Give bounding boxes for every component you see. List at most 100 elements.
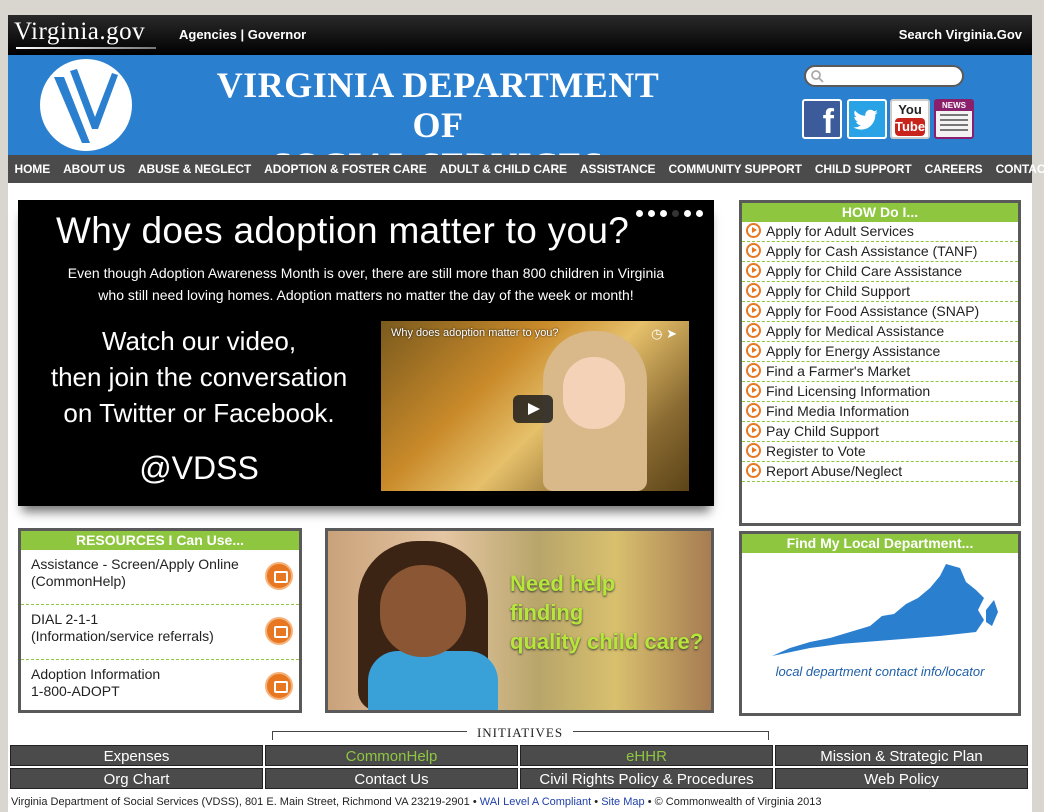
agencies-link[interactable]: Agencies — [179, 27, 237, 42]
arrow-right-icon — [746, 463, 761, 478]
virginia-map-icon[interactable] — [770, 560, 1000, 660]
footer-bullet: • — [594, 796, 599, 808]
arrow-right-icon — [746, 243, 761, 258]
nav-community-support[interactable]: COMMUNITY SUPPORT — [662, 162, 808, 176]
video-title: Why does adoption matter to you? — [391, 327, 559, 339]
list-item-label: Apply for Food Assistance (SNAP) — [766, 303, 980, 319]
list-item-label: Apply for Energy Assistance — [766, 343, 941, 359]
slide-dot-active[interactable] — [672, 210, 679, 217]
initiative-contact-us[interactable]: Contact Us — [265, 768, 518, 789]
list-item-label: Apply for Child Support — [766, 283, 910, 299]
child-photo-face — [380, 565, 466, 657]
nav-home[interactable]: HOME — [8, 162, 57, 176]
list-item[interactable]: Find a Farmer's Market — [742, 362, 1018, 382]
twitter-icon[interactable] — [847, 99, 887, 139]
arrow-right-icon — [746, 343, 761, 358]
list-item[interactable]: Apply for Food Assistance (SNAP) — [742, 302, 1018, 322]
youtube-you: You — [898, 102, 922, 117]
initiative-mission-strategic-plan[interactable]: Mission & Strategic Plan — [775, 745, 1028, 766]
vdss-v-icon — [54, 69, 118, 143]
nav-child-support[interactable]: CHILD SUPPORT — [808, 162, 918, 176]
initiative-commonhelp[interactable]: CommonHelp — [265, 745, 518, 766]
initiative-expenses[interactable]: Expenses — [10, 745, 263, 766]
initiative-civil-rights[interactable]: Civil Rights Policy & Procedures — [520, 768, 773, 789]
nav-adult-child-care[interactable]: ADULT & CHILD CARE — [433, 162, 573, 176]
child-care-promo[interactable]: Need help finding quality child care? — [325, 528, 714, 713]
laptop-icon[interactable] — [265, 562, 293, 590]
local-department-panel: Find My Local Department... local depart… — [739, 531, 1021, 716]
list-item-label: Register to Vote — [766, 443, 866, 459]
initiative-web-policy[interactable]: Web Policy — [775, 768, 1028, 789]
resource-adoption[interactable]: Adoption Information 1-800-ADOPT — [21, 660, 299, 714]
local-department-heading: Find My Local Department... — [742, 534, 1018, 553]
site-map-link[interactable]: Site Map — [601, 796, 644, 808]
resource-line-2: 1-800-ADOPT — [31, 683, 120, 699]
resource-commonhelp[interactable]: Assistance - Screen/Apply Online (Common… — [21, 550, 299, 605]
search-icon[interactable] — [810, 69, 824, 83]
resource-line-1: Assistance - Screen/Apply Online — [31, 556, 239, 572]
list-item[interactable]: Register to Vote — [742, 442, 1018, 462]
top-links: Agencies | Governor — [179, 27, 306, 42]
hero-watch-text: Watch our video, then join the conversat… — [24, 323, 374, 431]
resources-heading: RESOURCES I Can Use... — [21, 531, 299, 550]
list-item[interactable]: Report Abuse/Neglect — [742, 462, 1018, 482]
list-item[interactable]: Find Media Information — [742, 402, 1018, 422]
slide-dot[interactable] — [684, 210, 691, 217]
phone-icon[interactable] — [265, 672, 293, 700]
video-player[interactable]: Why does adoption matter to you? ◷ ➤ — [381, 321, 689, 491]
nav-assistance[interactable]: ASSISTANCE — [573, 162, 661, 176]
search-virginia-link[interactable]: Search Virginia.Gov — [899, 27, 1022, 42]
list-item[interactable]: Pay Child Support — [742, 422, 1018, 442]
hero-subtitle: Even though Adoption Awareness Month is … — [18, 262, 714, 306]
how-do-i-list: Apply for Adult Services Apply for Cash … — [742, 222, 1018, 482]
list-item-label: Pay Child Support — [766, 423, 879, 439]
initiatives-label: INITIATIVES — [8, 725, 1032, 741]
promo-line-1: Need help — [510, 571, 616, 596]
arrow-right-icon — [746, 283, 761, 298]
news-icon[interactable]: NEWS — [934, 99, 974, 139]
initiatives-label-text: INITIATIVES — [466, 725, 574, 740]
list-item[interactable]: Apply for Child Care Assistance — [742, 262, 1018, 282]
governor-link[interactable]: Governor — [248, 27, 307, 42]
promo-line-2: finding — [510, 600, 584, 625]
list-item[interactable]: Apply for Child Support — [742, 282, 1018, 302]
resources-panel: RESOURCES I Can Use... Assistance - Scre… — [18, 528, 302, 713]
list-item[interactable]: Apply for Adult Services — [742, 222, 1018, 242]
nav-abuse-neglect[interactable]: ABUSE & NEGLECT — [131, 162, 257, 176]
twitter-handle: @VDSS — [139, 450, 259, 486]
list-item-label: Find Licensing Information — [766, 383, 931, 399]
virginia-gov-logo[interactable]: Virginia.gov — [14, 18, 145, 46]
list-item[interactable]: Find Licensing Information — [742, 382, 1018, 402]
video-clock-share-icons[interactable]: ◷ ➤ — [651, 326, 677, 342]
watch-line-2: then join the conversation — [50, 362, 348, 392]
wai-compliant-link[interactable]: WAI Level A Compliant — [480, 796, 591, 808]
nav-about-us[interactable]: ABOUT US — [57, 162, 132, 176]
slide-dot[interactable] — [660, 210, 667, 217]
nav-adoption-foster-care[interactable]: ADOPTION & FOSTER CARE — [258, 162, 433, 176]
headset-icon[interactable] — [265, 617, 293, 645]
child-photo-shirt — [368, 651, 498, 710]
nav-contact-us[interactable]: CONTACT US — [989, 162, 1044, 176]
hero-slide[interactable]: Why does adoption matter to you? Even th… — [18, 200, 714, 506]
arrow-right-icon — [746, 263, 761, 278]
slide-dot[interactable] — [648, 210, 655, 217]
nav-careers[interactable]: CAREERS — [918, 162, 989, 176]
search-input[interactable] — [828, 69, 962, 85]
play-icon[interactable] — [513, 395, 553, 423]
slide-dot[interactable] — [696, 210, 703, 217]
list-item[interactable]: Apply for Energy Assistance — [742, 342, 1018, 362]
list-item[interactable]: Apply for Cash Assistance (TANF) — [742, 242, 1018, 262]
hero-subtitle-line-2: who still need loving homes. Adoption ma… — [98, 287, 634, 303]
resource-dial-211[interactable]: DIAL 2-1-1 (Information/service referral… — [21, 605, 299, 660]
arrow-right-icon — [746, 323, 761, 338]
vdss-logo[interactable] — [40, 59, 132, 151]
initiative-ehhr[interactable]: eHHR — [520, 745, 773, 766]
youtube-icon[interactable]: You Tube — [890, 99, 930, 139]
resource-line-2: (Information/service referrals) — [31, 628, 214, 644]
initiative-org-chart[interactable]: Org Chart — [10, 768, 263, 789]
slide-dot[interactable] — [636, 210, 643, 217]
facebook-icon[interactable]: f — [802, 99, 842, 139]
list-item[interactable]: Apply for Medical Assistance — [742, 322, 1018, 342]
local-department-link[interactable]: local department contact info/locator — [742, 664, 1018, 679]
list-item-label: Apply for Medical Assistance — [766, 323, 945, 339]
